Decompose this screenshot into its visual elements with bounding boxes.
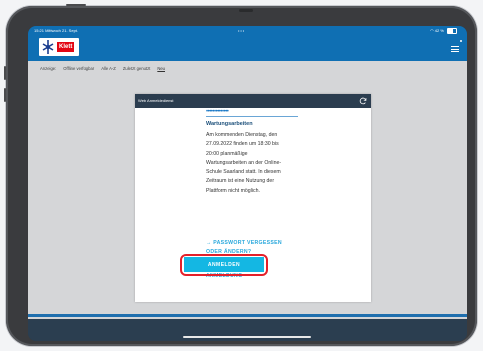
filter-all-az[interactable]: Alle A-Z — [101, 66, 116, 71]
status-bar: 15:21 Mittwoch 21. Sept. ••• ◠ 42 % — [28, 26, 467, 36]
notification-dot — [460, 40, 462, 42]
multitask-dots[interactable]: ••• — [238, 26, 245, 36]
filter-bar: Anzeige: Offline verfügbar Alle A-Z Zule… — [40, 66, 165, 71]
notice-line: Schule Saarland statt. In diesem — [206, 169, 281, 176]
dialog-header: Web Anmeldedienst — [135, 94, 371, 108]
notice-line: 20:00 planmäßige — [206, 150, 248, 157]
filter-offline[interactable]: Offline verfügbar — [63, 66, 94, 71]
hamburger-menu-icon[interactable] — [451, 46, 459, 52]
logo-emblem-icon — [42, 40, 54, 54]
camera — [239, 9, 253, 12]
notice-line: Zeitraum ist eine Nutzung der — [206, 178, 275, 185]
brand-label: Klett — [57, 42, 75, 52]
notice-line: 27.09.2022 finden um 18:30 bis — [206, 141, 279, 148]
klett-logo[interactable]: Klett — [39, 38, 79, 56]
dialog-title: Web Anmeldedienst — [138, 98, 174, 103]
filter-recent[interactable]: Zuletzt genutzt — [123, 66, 150, 71]
refresh-icon[interactable] — [359, 97, 367, 105]
forgot-password-line: → PASSWORT VERGESSEN — [206, 240, 282, 246]
home-indicator[interactable] — [183, 336, 311, 338]
notice-title: Wartungsarbeiten — [206, 121, 253, 127]
filter-label: Anzeige: — [40, 66, 57, 71]
status-indicators: ◠ 42 % — [430, 26, 457, 36]
top-button — [66, 4, 86, 6]
app-header: Klett — [28, 36, 467, 61]
notice-line: Wartungsarbeiten an der Online- — [206, 159, 282, 166]
password-field[interactable]: •••••••••••••• — [206, 108, 298, 117]
battery-percent: 42 % — [434, 28, 444, 33]
notice-line: Plattform nicht möglich. — [206, 187, 260, 194]
login-button[interactable]: ANMELDEN — [184, 257, 264, 272]
wifi-icon: ◠ — [430, 28, 434, 33]
filter-new[interactable]: Neu — [157, 66, 165, 71]
screen: 15:21 Mittwoch 21. Sept. ••• ◠ 42 % Klet… — [28, 26, 467, 341]
footer-strip — [28, 314, 467, 317]
side-button — [4, 88, 6, 102]
notice-text: Am kommenden Dienstag, den 27.09.2022 fi… — [206, 131, 301, 196]
battery-icon — [447, 27, 457, 34]
status-time: 15:21 Mittwoch 21. Sept. — [34, 28, 79, 33]
side-button — [4, 66, 6, 80]
tablet-frame: 15:21 Mittwoch 21. Sept. ••• ◠ 42 % Klet… — [4, 4, 477, 346]
notice-line: Am kommenden Dienstag, den — [206, 132, 278, 138]
